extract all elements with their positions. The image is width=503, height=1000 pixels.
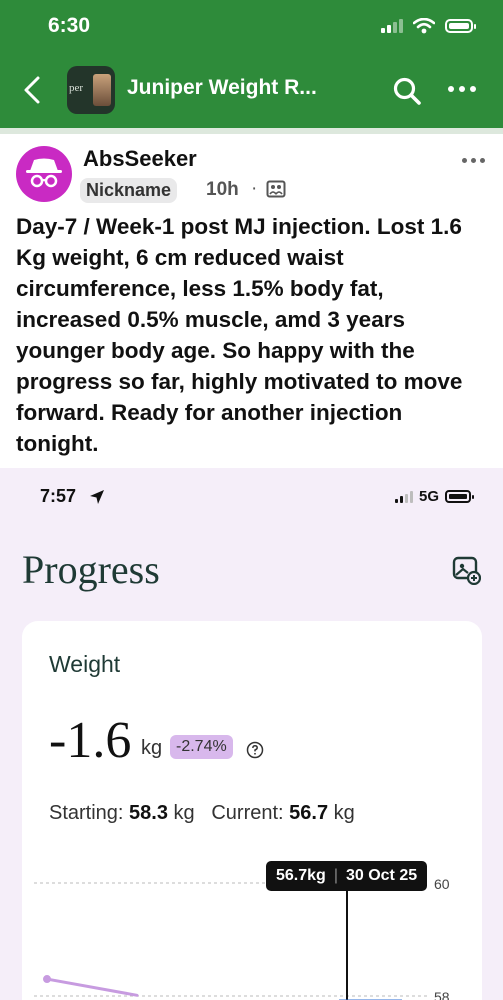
attached-screenshot[interactable]: 7:57 5G Progress Weight -1.6 kg -2.74% S… xyxy=(0,468,503,1000)
progress-title: Progress xyxy=(22,547,160,592)
battery-icon xyxy=(445,19,476,33)
y-tick-label: 58 xyxy=(434,989,450,1000)
series-line xyxy=(45,977,139,997)
tooltip-date: 30 Oct 25 xyxy=(345,867,418,884)
starting-value: 58.3 xyxy=(129,802,168,824)
author-name[interactable]: AbsSeeker xyxy=(83,146,197,172)
help-icon[interactable] xyxy=(246,741,264,759)
current-unit: kg xyxy=(333,802,355,824)
group-post-icon xyxy=(266,180,286,198)
weight-delta: -1.6 xyxy=(49,712,132,769)
chart-tooltip: 56.7kg | 30 Oct 25 xyxy=(266,861,428,891)
starting-label: Starting: xyxy=(49,802,124,824)
group-avatar-text: per xyxy=(69,82,84,94)
tooltip-weight: 56.7kg xyxy=(276,867,326,884)
current-label: Current: xyxy=(211,802,284,824)
embedded-signal-icon xyxy=(394,490,413,503)
author-avatar[interactable] xyxy=(16,146,72,202)
status-icons xyxy=(381,18,476,34)
tooltip-divider: | xyxy=(333,867,338,884)
post-body: Day-7 / Week-1 post MJ injection. Lost 1… xyxy=(16,214,463,456)
incognito-icon xyxy=(26,158,62,188)
group-avatar[interactable]: per xyxy=(67,66,115,114)
embedded-status-time: 7:57 xyxy=(40,486,77,506)
starting-unit: kg xyxy=(173,802,195,824)
post-time: 10h xyxy=(206,179,239,200)
current-value: 56.7 xyxy=(289,802,329,824)
y-tick-label: 60 xyxy=(434,876,450,892)
signal-icon xyxy=(381,19,403,33)
weight-label: Weight xyxy=(49,651,121,677)
location-arrow-icon xyxy=(90,490,104,504)
share-image-icon[interactable] xyxy=(451,555,481,585)
weight-card[interactable]: Weight -1.6 kg -2.74% Starting: 58.3 kg … xyxy=(22,621,482,1000)
header-divider xyxy=(0,128,503,134)
embedded-battery-icon xyxy=(445,490,474,503)
search-icon[interactable] xyxy=(392,76,422,106)
back-arrow-icon[interactable] xyxy=(18,74,46,106)
wifi-icon xyxy=(413,18,435,34)
weight-percent-badge: -2.74% xyxy=(170,735,233,759)
status-time: 6:30 xyxy=(48,14,91,37)
weight-delta-unit: kg xyxy=(141,737,163,759)
post-more-icon[interactable] xyxy=(462,158,485,163)
weight-summary: Starting: 58.3 kg Current: 56.7 kg xyxy=(49,802,355,825)
more-icon[interactable] xyxy=(448,86,476,92)
embedded-status-icons: 5G xyxy=(394,488,474,505)
network-type: 5G xyxy=(418,488,439,505)
meta-separator: · xyxy=(251,178,258,199)
nickname-badge: Nickname xyxy=(80,178,178,203)
group-avatar-photo xyxy=(93,74,111,106)
group-title[interactable]: Juniper Weight R... xyxy=(127,76,317,100)
data-point xyxy=(43,975,51,984)
